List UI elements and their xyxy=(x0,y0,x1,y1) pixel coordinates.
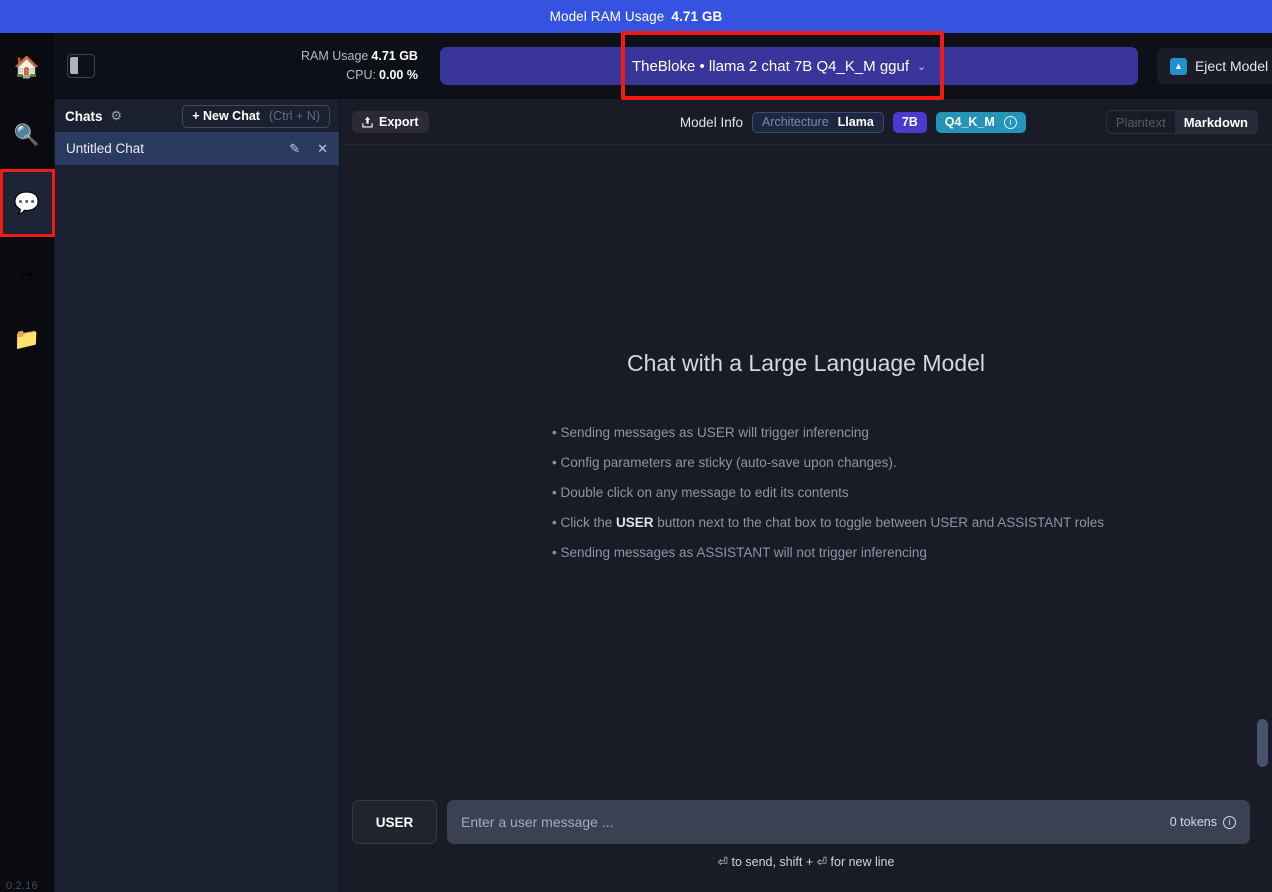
folder-icon: 📁 xyxy=(14,329,40,350)
token-counter: 0 tokens i xyxy=(1170,815,1236,829)
chats-panel-header: Chats ⚙ + New Chat (Ctrl + N) xyxy=(55,100,339,132)
tip-item: • Sending messages as USER will trigger … xyxy=(552,425,1272,440)
model-ram-usage-bar: Model RAM Usage 4.71 GB xyxy=(0,0,1272,33)
cpu-usage-label: CPU: xyxy=(346,68,376,82)
chat-main-area: Export Model Info Architecture Llama 7B … xyxy=(340,100,1272,892)
chat-empty-state: Chat with a Large Language Model • Sendi… xyxy=(340,145,1272,794)
eject-model-button[interactable]: ▲ Eject Model xyxy=(1157,48,1272,84)
quantization-badge[interactable]: Q4_K_M i xyxy=(936,112,1026,133)
model-ram-usage-label: Model RAM Usage xyxy=(550,9,665,24)
tips-list: • Sending messages as USER will trigger … xyxy=(340,425,1272,560)
left-right-arrow-icon: ↔ xyxy=(17,261,38,282)
search-icon: 🔍 xyxy=(14,125,40,146)
composer-hint: ⏎ to send, shift + ⏎ for new line xyxy=(340,850,1272,892)
eject-model-label: Eject Model xyxy=(1195,58,1268,74)
tip-emphasis: USER xyxy=(616,515,654,530)
chat-bubble-icon: 💬 xyxy=(14,193,40,214)
model-name-label: TheBloke • llama 2 chat 7B Q4_K_M gguf xyxy=(632,58,909,75)
model-info-group: Model Info Architecture Llama 7B Q4_K_M … xyxy=(680,112,1026,133)
tip-text-cont: button next to the chat box to toggle be… xyxy=(654,515,1105,530)
home-icon: 🏠 xyxy=(14,57,40,78)
tip-text: • Sending messages as USER will trigger … xyxy=(552,425,869,440)
app-version-label: 0.2.16 xyxy=(6,880,38,892)
rail-item-chat[interactable]: 💬 xyxy=(0,169,55,237)
tip-text: • Config parameters are sticky (auto-sav… xyxy=(552,455,897,470)
info-icon[interactable]: i xyxy=(1004,116,1017,129)
tip-text: • Double click on any message to edit it… xyxy=(552,485,849,500)
export-button[interactable]: Export xyxy=(352,111,429,133)
format-option-markdown[interactable]: Markdown xyxy=(1175,111,1257,133)
token-count-label: 0 tokens xyxy=(1170,815,1217,829)
format-toggle[interactable]: Plaintext Markdown xyxy=(1106,110,1258,134)
gear-icon[interactable]: ⚙ xyxy=(111,108,123,124)
vertical-scrollbar-thumb[interactable] xyxy=(1257,719,1268,767)
close-icon[interactable]: ✕ xyxy=(317,141,328,157)
app-header: RAM Usage4.71 GB CPU:0.00 % TheBloke • l… xyxy=(55,33,1272,100)
upload-icon xyxy=(362,116,373,128)
architecture-badge[interactable]: Architecture Llama xyxy=(752,112,884,133)
chat-toolbar: Export Model Info Architecture Llama 7B … xyxy=(340,100,1272,145)
model-selector-wrap: TheBloke • llama 2 chat 7B Q4_K_M gguf ⌄ xyxy=(440,47,1138,85)
new-chat-button[interactable]: + New Chat (Ctrl + N) xyxy=(182,105,330,128)
cpu-usage-value: 0.00 % xyxy=(379,68,418,82)
role-toggle-button[interactable]: USER xyxy=(352,800,437,844)
message-input-placeholder: Enter a user message ... xyxy=(461,814,614,830)
chats-panel: Chats ⚙ + New Chat (Ctrl + N) Untitled C… xyxy=(55,100,340,892)
params-badge[interactable]: 7B xyxy=(893,112,927,133)
pencil-icon[interactable]: ✎ xyxy=(289,141,300,157)
rail-item-my-models[interactable]: 📁 xyxy=(0,305,55,373)
tip-item: • Double click on any message to edit it… xyxy=(552,485,1272,500)
message-input[interactable]: Enter a user message ... 0 tokens i xyxy=(447,800,1250,844)
tip-text: • Click the xyxy=(552,515,616,530)
left-icon-rail: 🏠 🔍 💬 ↔ 📁 0.2.16 xyxy=(0,33,55,892)
chat-list-item-label: Untitled Chat xyxy=(66,141,144,156)
message-composer: USER Enter a user message ... 0 tokens i xyxy=(340,794,1272,850)
lm-studio-window: Model RAM Usage 4.71 GB 🏠 🔍 💬 ↔ 📁 0.2.16… xyxy=(0,0,1272,892)
model-selector-content: TheBloke • llama 2 chat 7B Q4_K_M gguf ⌄ xyxy=(632,58,926,75)
resource-usage-readout: RAM Usage4.71 GB CPU:0.00 % xyxy=(301,47,418,86)
chats-title: Chats xyxy=(65,109,103,124)
chat-list-item[interactable]: Untitled Chat ✎ ✕ xyxy=(55,132,339,166)
model-info-label: Model Info xyxy=(680,115,743,130)
info-icon[interactable]: i xyxy=(1223,816,1236,829)
welcome-title: Chat with a Large Language Model xyxy=(340,350,1272,377)
tip-item: • Config parameters are sticky (auto-sav… xyxy=(552,455,1272,470)
chevron-down-icon: ⌄ xyxy=(917,60,926,73)
rail-item-local-server[interactable]: ↔ xyxy=(0,237,55,305)
new-chat-shortcut: (Ctrl + N) xyxy=(269,109,320,123)
ram-usage-value: 4.71 GB xyxy=(371,49,418,63)
rail-item-home[interactable]: 🏠 xyxy=(0,33,55,101)
eject-icon: ▲ xyxy=(1170,58,1187,75)
new-chat-label: + New Chat xyxy=(192,109,260,123)
quantization-label: Q4_K_M xyxy=(945,115,995,129)
model-selector[interactable]: TheBloke • llama 2 chat 7B Q4_K_M gguf ⌄ xyxy=(440,47,1138,85)
ram-usage-label: RAM Usage xyxy=(301,49,368,63)
chat-list-item-actions: ✎ ✕ xyxy=(289,141,328,157)
tip-item: • Sending messages as ASSISTANT will not… xyxy=(552,545,1272,560)
architecture-value: Llama xyxy=(838,115,874,129)
format-option-plaintext[interactable]: Plaintext xyxy=(1107,111,1175,133)
tip-item: • Click the USER button next to the chat… xyxy=(552,515,1272,530)
export-label: Export xyxy=(379,115,419,129)
rail-item-search[interactable]: 🔍 xyxy=(0,101,55,169)
tip-text: • Sending messages as ASSISTANT will not… xyxy=(552,545,927,560)
sidebar-toggle-icon[interactable] xyxy=(67,54,95,78)
model-ram-usage-value: 4.71 GB xyxy=(671,9,722,24)
architecture-key: Architecture xyxy=(762,115,829,129)
